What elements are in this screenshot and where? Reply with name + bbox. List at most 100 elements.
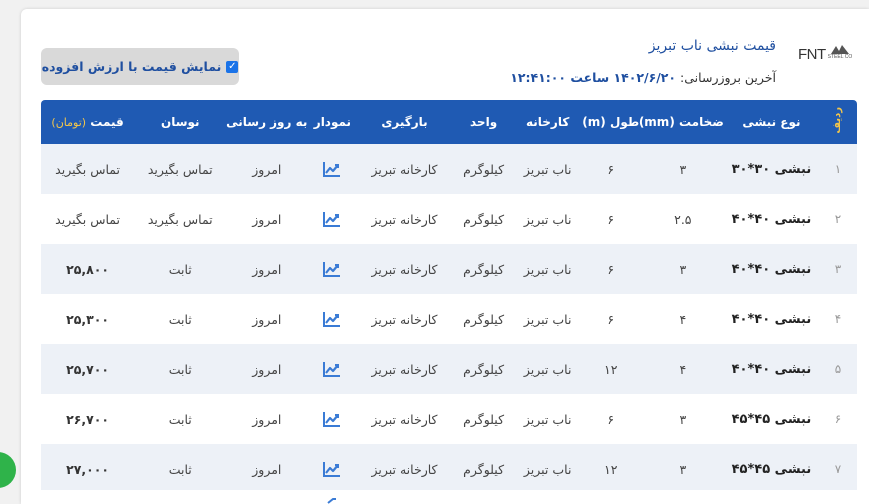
row-number: ۱ — [834, 162, 842, 176]
updated-cell: امروز — [252, 411, 282, 427]
product-name: نبشی ۴۵*۴۵ — [731, 411, 812, 427]
brand-logo[interactable]: FNT STEEL CO — [798, 44, 858, 68]
thickness-cell: ۳ — [679, 261, 687, 277]
price-cell: تماس بگیرید — [55, 211, 121, 227]
length-cell: ۱۲ — [604, 361, 618, 377]
chart-cell[interactable] — [307, 194, 357, 244]
factory-cell: ناب تبریز — [523, 311, 572, 327]
factory-cell: ناب تبریز — [523, 161, 572, 177]
row-number: ۲ — [834, 212, 842, 226]
chart-cell[interactable] — [307, 444, 357, 494]
unit-cell: کیلوگرم — [463, 411, 505, 427]
last-update: آخرین بروزرسانی: ۱۴۰۲/۶/۲۰ ساعت ۱۲:۴۱:۰۰ — [510, 70, 776, 85]
price-table: ردیف نوع نبشی ضخامت (mm) طول (m) کارخانه… — [41, 100, 857, 494]
unit-cell: کیلوگرم — [463, 211, 505, 227]
row-number: ۳ — [834, 262, 842, 276]
thickness-cell: ۴ — [679, 361, 687, 377]
chart-trend-icon[interactable] — [322, 310, 342, 328]
loading-cell: کارخانه تبریز — [371, 261, 438, 277]
fluctuation-cell: تماس بگیرید — [147, 161, 213, 177]
price-cell: ۲۵,۷۰۰ — [66, 361, 110, 377]
chart-cell[interactable] — [307, 244, 357, 294]
logo-mark: STEEL CO — [827, 44, 853, 60]
col-header-loading: بارگیری — [381, 115, 428, 129]
price-cell: تماس بگیرید — [55, 161, 121, 177]
loading-cell: کارخانه تبریز — [371, 311, 438, 327]
row-number: ۷ — [834, 462, 842, 476]
updated-cell: امروز — [252, 161, 282, 177]
factory-cell: ناب تبریز — [523, 261, 572, 277]
thickness-cell: ۳ — [679, 461, 687, 477]
product-name: نبشی ۴۰*۴۰ — [731, 261, 812, 277]
col-header-unit: واحد — [470, 115, 498, 129]
col-header-factory: کارخانه — [525, 115, 570, 129]
chart-cell[interactable] — [307, 394, 357, 444]
fluctuation-cell: ثابت — [168, 411, 192, 427]
table-row-partial — [41, 490, 857, 504]
factory-cell: ناب تبریز — [523, 411, 572, 427]
length-cell: ۶ — [607, 311, 615, 327]
table-row: ۵ نبشی ۴۰*۴۰ ۴ ۱۲ ناب تبریز کیلوگرم کارخانه تب… — [41, 344, 857, 394]
logo-subtext: STEEL CO — [827, 54, 853, 60]
col-header-price: قیمت (تومان) — [51, 115, 124, 129]
product-name: نبشی ۳۰*۳۰ — [731, 161, 812, 177]
row-number: ۶ — [834, 412, 842, 426]
chart-trend-icon[interactable] — [322, 360, 342, 378]
loading-cell: کارخانه تبریز — [371, 211, 438, 227]
chart-trend-icon[interactable] — [322, 410, 342, 428]
updated-cell: امروز — [252, 361, 282, 377]
thickness-cell: ۳ — [679, 411, 687, 427]
chat-bubble-icon[interactable] — [0, 452, 16, 488]
loading-cell: کارخانه تبریز — [371, 361, 438, 377]
updated-cell: امروز — [252, 311, 282, 327]
table-row: ۳ نبشی ۴۰*۴۰ ۳ ۶ ناب تبریز کیلوگرم کارخانه تبر… — [41, 244, 857, 294]
last-update-label: آخرین بروزرسانی: — [680, 70, 776, 85]
chart-cell[interactable] — [307, 144, 357, 194]
thickness-cell: ۴ — [679, 311, 687, 327]
unit-cell: کیلوگرم — [463, 161, 505, 177]
vat-toggle-button[interactable]: ✓ نمایش قیمت با ارزش افزوده — [41, 48, 239, 85]
unit-cell: کیلوگرم — [463, 361, 505, 377]
chart-trend-icon[interactable] — [322, 260, 342, 278]
loading-cell: کارخانه تبریز — [371, 161, 438, 177]
page-title: قیمت نبشی ناب تبریز — [648, 38, 776, 54]
vat-toggle-label: نمایش قیمت با ارزش افزوده — [41, 59, 222, 74]
price-cell: ۲۶,۷۰۰ — [66, 411, 110, 427]
col-header-updated: به روز رسانی — [226, 115, 308, 129]
last-update-value: ۱۴۰۲/۶/۲۰ ساعت ۱۲:۴۱:۰۰ — [510, 70, 677, 85]
price-cell: ۲۵,۳۰۰ — [66, 311, 110, 327]
unit-cell: کیلوگرم — [463, 261, 505, 277]
loading-cell: کارخانه تبریز — [371, 411, 438, 427]
chart-trend-icon[interactable] — [322, 460, 342, 478]
unit-cell: کیلوگرم — [463, 461, 505, 477]
length-cell: ۱۲ — [604, 461, 618, 477]
chart-trend-icon[interactable] — [322, 210, 342, 228]
col-header-row: ردیف — [832, 107, 844, 134]
chart-cell[interactable] — [307, 294, 357, 344]
chart-cell[interactable] — [307, 344, 357, 394]
vat-checkbox[interactable]: ✓ — [226, 60, 239, 73]
chart-trend-icon[interactable] — [317, 498, 337, 504]
col-header-fluctuation: نوسان — [160, 115, 200, 129]
table-row: ۶ نبشی ۴۵*۴۵ ۳ ۶ ناب تبریز کیلوگرم کارخانه تبر… — [41, 394, 857, 444]
col-header-length: طول (m) — [582, 115, 640, 129]
fluctuation-cell: ثابت — [168, 461, 192, 477]
chart-trend-icon[interactable] — [322, 160, 342, 178]
product-name: نبشی ۴۰*۴۰ — [731, 311, 812, 327]
col-header-chart: نمودار — [313, 115, 352, 129]
fluctuation-cell: ثابت — [168, 261, 192, 277]
length-cell: ۶ — [607, 261, 615, 277]
col-header-name: نوع نبشی — [742, 115, 801, 129]
thickness-cell: ۳ — [679, 161, 687, 177]
row-number: ۵ — [834, 362, 842, 376]
table-row: ۷ نبشی ۴۵*۴۵ ۳ ۱۲ ناب تبریز کیلوگرم کارخانه تب… — [41, 444, 857, 494]
length-cell: ۶ — [607, 411, 615, 427]
factory-cell: ناب تبریز — [523, 461, 572, 477]
fluctuation-cell: تماس بگیرید — [147, 211, 213, 227]
factory-cell: ناب تبریز — [523, 361, 572, 377]
row-number: ۴ — [834, 312, 842, 326]
price-cell: ۲۷,۰۰۰ — [66, 461, 110, 477]
fluctuation-cell: ثابت — [168, 311, 192, 327]
price-cell: ۲۵,۸۰۰ — [66, 261, 110, 277]
table-row: ۴ نبشی ۴۰*۴۰ ۴ ۶ ناب تبریز کیلوگرم کارخانه تبر… — [41, 294, 857, 344]
